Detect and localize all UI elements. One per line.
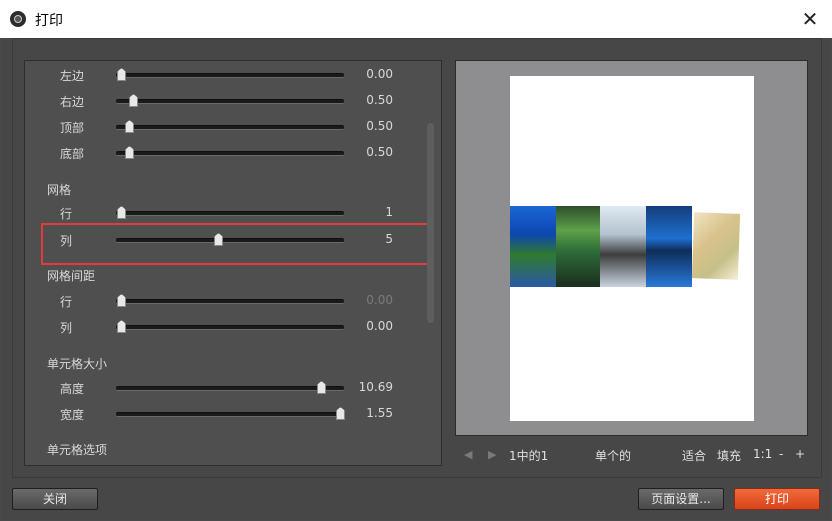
zoom-out-button[interactable]: - (779, 447, 783, 461)
margin-left-label: 左边 (60, 69, 85, 83)
print-button[interactable]: 打印 (734, 488, 820, 510)
print-preview (455, 60, 808, 436)
spacing-cols-value: 0.00 (366, 319, 393, 333)
window-title: 打印 (35, 13, 63, 29)
page-info: 1中的1 (509, 449, 549, 463)
prev-page-icon[interactable]: ◀ (464, 448, 472, 461)
margin-right-slider[interactable] (116, 99, 344, 104)
grid-rows-slider[interactable] (116, 211, 344, 216)
settings-panel: 左边 0.00 右边 0.50 顶部 0.50 底部 0.50 网格 行 1 列… (24, 60, 442, 466)
spacing-rows-value: 0.00 (366, 293, 393, 307)
grid-rows-label: 行 (60, 207, 73, 221)
photo-thumbnail (646, 206, 692, 287)
margin-left-value: 0.00 (366, 67, 393, 81)
margin-left-thumb[interactable] (117, 68, 126, 81)
spacing-cols-thumb[interactable] (117, 320, 126, 333)
spacing-rows-row: 行 0.00 (25, 289, 425, 311)
margin-right-value: 0.50 (366, 93, 393, 107)
margin-right-label: 右边 (60, 95, 85, 109)
spacing-rows-thumb[interactable] (117, 294, 126, 307)
fit-button[interactable]: 适合 (682, 447, 706, 464)
photo-thumbnail (556, 206, 600, 287)
photo-thumbnail (510, 206, 556, 287)
margin-top-value: 0.50 (366, 119, 393, 133)
grid-heading: 网格 (47, 183, 72, 197)
cell-width-slider[interactable] (116, 412, 344, 417)
margin-left-row: 左边 0.00 (25, 63, 425, 85)
grid-spacing-heading: 网格间距 (47, 269, 96, 283)
cell-height-slider[interactable] (116, 386, 344, 391)
preview-page (510, 76, 754, 421)
margin-top-row: 顶部 0.50 (25, 115, 425, 137)
margin-bottom-slider[interactable] (116, 151, 344, 156)
grid-rows-value: 1 (385, 205, 393, 219)
cell-size-heading: 单元格大小 (47, 357, 108, 371)
margin-bottom-row: 底部 0.50 (25, 141, 425, 163)
ratio-button[interactable]: 1:1 (753, 447, 772, 461)
cell-width-label: 宽度 (60, 408, 85, 422)
photo-thumbnail (691, 212, 741, 280)
cell-width-value: 1.55 (366, 406, 393, 420)
margin-bottom-value: 0.50 (366, 145, 393, 159)
fill-button[interactable]: 填充 (717, 447, 741, 464)
highlight-box (41, 223, 433, 265)
cell-height-row: 高度 10.69 (25, 376, 425, 398)
margin-top-slider[interactable] (116, 125, 344, 130)
spacing-cols-row: 列 0.00 (25, 315, 425, 337)
photo-thumbnail (600, 206, 646, 287)
spacing-rows-slider[interactable] (116, 299, 344, 304)
page-setup-button[interactable]: 页面设置... (638, 488, 724, 510)
margin-bottom-thumb[interactable] (125, 146, 134, 159)
margin-bottom-label: 底部 (60, 147, 85, 161)
margin-left-slider[interactable] (116, 73, 344, 78)
spacing-rows-label: 行 (60, 295, 73, 309)
next-page-icon[interactable]: ▶ (488, 448, 496, 461)
margin-right-thumb[interactable] (129, 94, 138, 107)
margin-top-label: 顶部 (60, 121, 85, 135)
cell-height-value: 10.69 (358, 380, 393, 394)
spacing-cols-slider[interactable] (116, 325, 344, 330)
cell-height-label: 高度 (60, 382, 85, 396)
spacing-cols-label: 列 (60, 321, 73, 335)
margin-top-thumb[interactable] (125, 120, 134, 133)
app-icon (10, 11, 26, 27)
cell-height-thumb[interactable] (317, 381, 326, 394)
grid-rows-row: 行 1 (25, 201, 425, 223)
view-mode[interactable]: 单个的 (595, 447, 631, 464)
cell-options-heading: 单元格选项 (47, 443, 108, 457)
preview-pager: ◀ ▶ 1中的1 单个的 适合 填充 1:1 - + (455, 446, 808, 464)
close-icon[interactable]: ✕ (798, 7, 822, 31)
margin-right-row: 右边 0.50 (25, 89, 425, 111)
zoom-in-button[interactable]: + (795, 447, 805, 461)
close-button[interactable]: 关闭 (12, 488, 98, 510)
settings-scrollbar[interactable] (427, 123, 434, 323)
grid-rows-thumb[interactable] (117, 206, 126, 219)
cell-width-row: 宽度 1.55 (25, 402, 425, 424)
title-bar: 打印 ✕ (0, 0, 832, 38)
